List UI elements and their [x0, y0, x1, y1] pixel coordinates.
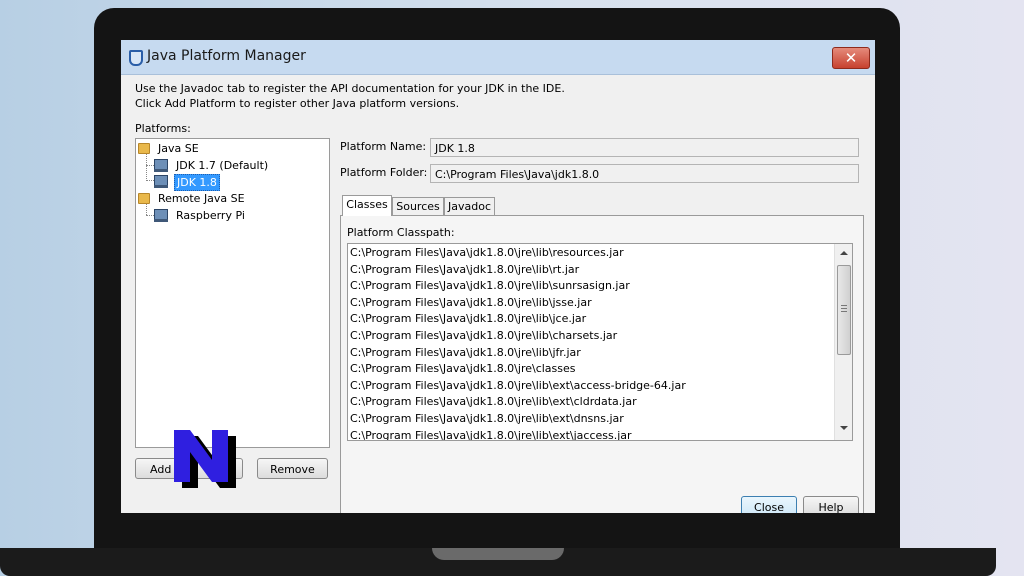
tree-node-label: Java SE: [158, 142, 199, 155]
computer-icon: [154, 159, 168, 172]
tab-sources[interactable]: Sources: [392, 197, 444, 216]
tree-connector: [146, 165, 154, 166]
classpath-list[interactable]: C:\Program Files\Java\jdk1.8.0\jre\lib\r…: [347, 243, 853, 441]
tree-connector: [146, 215, 154, 216]
classpath-item[interactable]: C:\Program Files\Java\jdk1.8.0\jre\lib\r…: [350, 262, 579, 278]
platform-name-field[interactable]: JDK 1.8: [430, 138, 859, 157]
tab-javadoc[interactable]: Javadoc: [444, 197, 495, 216]
grip-line: [841, 311, 847, 312]
tree-node-label: JDK 1.7 (Default): [176, 159, 269, 172]
close-button[interactable]: Close: [741, 496, 797, 513]
description-line-2: Click Add Platform to register other Jav…: [135, 97, 460, 110]
help-button[interactable]: Help: [803, 496, 859, 513]
classpath-item[interactable]: C:\Program Files\Java\jdk1.8.0\jre\lib\e…: [350, 411, 624, 427]
folder-icon: [138, 143, 150, 154]
classpath-item[interactable]: C:\Program Files\Java\jdk1.8.0\jre\lib\s…: [350, 278, 630, 294]
classpath-item[interactable]: C:\Program Files\Java\jdk1.8.0\jre\lib\r…: [350, 245, 624, 261]
window-title: Java Platform Manager: [147, 48, 306, 64]
description-line-1: Use the Javadoc tab to register the API …: [135, 82, 565, 95]
folder-icon: [138, 193, 150, 204]
platform-folder-label: Platform Folder:: [340, 166, 428, 179]
tree-node-label: Raspberry Pi: [176, 209, 245, 222]
platform-folder-field[interactable]: C:\Program Files\Java\jdk1.8.0: [430, 164, 859, 183]
tab-classes[interactable]: Classes: [342, 195, 392, 216]
classpath-item[interactable]: C:\Program Files\Java\jdk1.8.0\jre\lib\e…: [350, 378, 686, 394]
tree-connector: [146, 180, 154, 181]
classpath-item[interactable]: C:\Program Files\Java\jdk1.8.0\jre\lib\c…: [350, 328, 617, 344]
platform-name-label: Platform Name:: [340, 140, 427, 153]
scroll-down-arrow-icon[interactable]: [840, 426, 848, 430]
title-bar: Java Platform Manager ✕: [121, 40, 875, 75]
scrollbar-thumb[interactable]: [837, 265, 851, 355]
platforms-tree[interactable]: Java SE JDK 1.7 (Default) JDK 1.8 Remote…: [135, 138, 330, 448]
classpath-item[interactable]: C:\Program Files\Java\jdk1.8.0\jre\lib\j…: [350, 311, 586, 327]
tree-node-label: Remote Java SE: [158, 192, 245, 205]
classpath-item[interactable]: C:\Program Files\Java\jdk1.8.0\jre\lib\j…: [350, 345, 581, 361]
grip-line: [841, 308, 847, 309]
platforms-label: Platforms:: [135, 122, 191, 135]
classpath-item[interactable]: C:\Program Files\Java\jdk1.8.0\jre\lib\e…: [350, 428, 632, 440]
scroll-up-arrow-icon[interactable]: [840, 251, 848, 255]
java-shield-icon: [129, 50, 143, 66]
classpath-item[interactable]: C:\Program Files\Java\jdk1.8.0\jre\class…: [350, 361, 576, 377]
laptop-notch: [432, 548, 564, 560]
platform-classpath-label: Platform Classpath:: [347, 226, 455, 239]
classpath-item[interactable]: C:\Program Files\Java\jdk1.8.0\jre\lib\e…: [350, 394, 637, 410]
computer-icon: [154, 209, 168, 222]
classpath-scrollbar[interactable]: [834, 244, 852, 440]
remove-button[interactable]: Remove: [257, 458, 328, 479]
tree-node-label-selected: JDK 1.8: [174, 174, 220, 191]
window-close-button[interactable]: ✕: [832, 47, 870, 69]
classpath-item[interactable]: C:\Program Files\Java\jdk1.8.0\jre\lib\j…: [350, 295, 592, 311]
grip-line: [841, 305, 847, 306]
tree-connector: [146, 153, 147, 181]
computer-icon: [154, 175, 168, 188]
n-logo-watermark: [174, 430, 236, 488]
